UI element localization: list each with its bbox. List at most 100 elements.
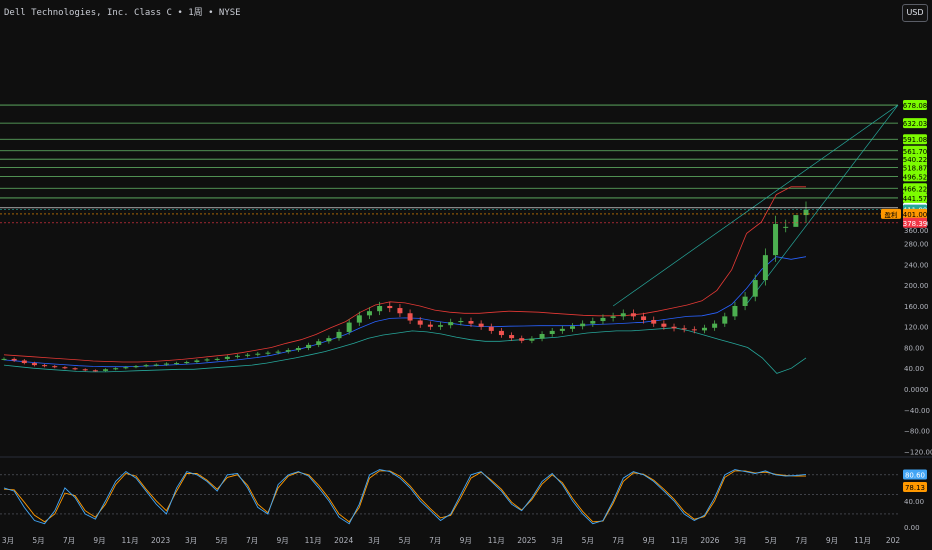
candle-body xyxy=(742,296,748,306)
x-tick-label: 7月 xyxy=(63,536,75,545)
price-label-note-2: 盈利 xyxy=(885,210,898,219)
price-tick-label: 160.00 xyxy=(904,303,929,311)
x-tick-label: 2025 xyxy=(517,536,536,545)
chart-root[interactable]: Dell Technologies, Inc. Class C • 1周 • N… xyxy=(0,0,932,550)
candle-body xyxy=(438,325,444,327)
price-tick-label: −80.00 xyxy=(904,428,930,436)
price-tick-label: −40.00 xyxy=(904,407,930,415)
candle-body xyxy=(773,224,779,256)
candle-body xyxy=(306,344,312,349)
x-tick-label: 202 xyxy=(886,536,901,545)
candle-body xyxy=(163,363,169,365)
x-tick-label: 3月 xyxy=(2,536,14,545)
stoch-tick-label: 40.00 xyxy=(904,498,924,506)
candle-body xyxy=(671,326,677,329)
candle-body xyxy=(458,321,464,323)
candle-body xyxy=(509,335,515,339)
candle-body xyxy=(580,323,586,327)
x-tick-label: 11月 xyxy=(488,536,505,545)
x-tick-label: 9月 xyxy=(93,536,105,545)
candle-body xyxy=(174,363,180,365)
candle-body xyxy=(52,366,58,368)
candle-body xyxy=(103,369,109,371)
candle-body xyxy=(488,326,494,331)
candle-body xyxy=(143,365,149,367)
candle-body xyxy=(793,215,799,227)
price-tick-label: 360.00 xyxy=(904,227,929,235)
candle-body xyxy=(356,315,362,323)
stoch-k-label: 80.60 xyxy=(905,471,925,479)
x-tick-label: 3月 xyxy=(185,536,197,545)
candle-body xyxy=(762,255,768,281)
candle-body xyxy=(387,305,393,309)
trend-line-lower xyxy=(744,104,899,307)
candle-body xyxy=(559,328,565,331)
price-tick-label: 200.00 xyxy=(904,282,929,290)
x-tick-label: 9月 xyxy=(826,536,838,545)
candle-body xyxy=(712,323,718,328)
price-tick-label: 240.00 xyxy=(904,261,929,269)
candle-body xyxy=(417,320,423,325)
candle-body xyxy=(752,280,758,297)
price-tick-label: 80.00 xyxy=(904,344,924,352)
candle-body xyxy=(366,311,372,316)
candle-body xyxy=(184,362,190,364)
candle-body xyxy=(346,322,352,332)
candle-body xyxy=(377,305,383,312)
candle-body xyxy=(539,334,545,339)
price-tick-label: 0.0000 xyxy=(904,386,929,394)
x-tick-label: 5月 xyxy=(582,536,594,545)
x-tick-label: 9月 xyxy=(643,536,655,545)
candle-body xyxy=(62,367,68,369)
candle-body xyxy=(783,226,789,228)
candle-body xyxy=(11,358,17,361)
price-tick-label: 120.00 xyxy=(904,324,929,332)
x-tick-label: 2023 xyxy=(151,536,170,545)
level-label-0: 678.08 xyxy=(903,102,928,110)
candle-body xyxy=(498,330,504,336)
candle-body xyxy=(732,305,738,317)
x-tick-label: 7月 xyxy=(612,536,624,545)
x-tick-label: 3月 xyxy=(734,536,746,545)
price-label-2: 401.00 xyxy=(903,211,928,219)
candle-body xyxy=(600,317,606,322)
price-tick-label: 280.00 xyxy=(904,241,929,249)
x-tick-label: 11月 xyxy=(854,536,871,545)
candle-body xyxy=(133,366,139,368)
stoch-tick-label: 0.00 xyxy=(904,524,920,532)
candle-body xyxy=(21,360,27,364)
x-tick-label: 2024 xyxy=(334,536,353,545)
candle-body xyxy=(407,313,413,321)
candle-body xyxy=(336,331,342,339)
candle-body xyxy=(72,368,78,370)
x-tick-label: 7月 xyxy=(795,536,807,545)
candle-body xyxy=(82,369,88,371)
candle-body xyxy=(42,365,48,367)
candle-body xyxy=(448,322,454,326)
candle-body xyxy=(468,321,474,324)
candle-body xyxy=(661,323,667,327)
level-label-1: 632.03 xyxy=(903,120,928,128)
candle-body xyxy=(255,353,261,355)
x-tick-label: 5月 xyxy=(765,536,777,545)
candle-body xyxy=(123,367,129,369)
price-tick-label: −120.00 xyxy=(904,448,932,456)
chart-canvas[interactable]: 3月 5月 7月 9月 11月 2023 3月 5月 7月 9月 11月 2024 3月 5月 7月 9月 11… xyxy=(0,0,932,550)
stoch-k-line xyxy=(3,469,807,525)
bollinger-upper-band xyxy=(3,186,806,363)
candle-body xyxy=(285,350,291,352)
candle-body xyxy=(234,355,240,357)
candle-body xyxy=(722,316,728,324)
x-tick-label: 5月 xyxy=(215,536,227,545)
candle-body xyxy=(31,363,37,366)
candle-body xyxy=(803,209,809,216)
candle-body xyxy=(570,326,576,329)
candle-body xyxy=(194,360,200,363)
candle-body xyxy=(691,329,697,331)
candle-body xyxy=(397,308,403,314)
candle-body xyxy=(620,313,626,317)
candle-body xyxy=(1,358,7,360)
level-label-8: 441.57 xyxy=(903,195,928,203)
candle-body xyxy=(590,321,596,324)
x-tick-label: 5月 xyxy=(399,536,411,545)
